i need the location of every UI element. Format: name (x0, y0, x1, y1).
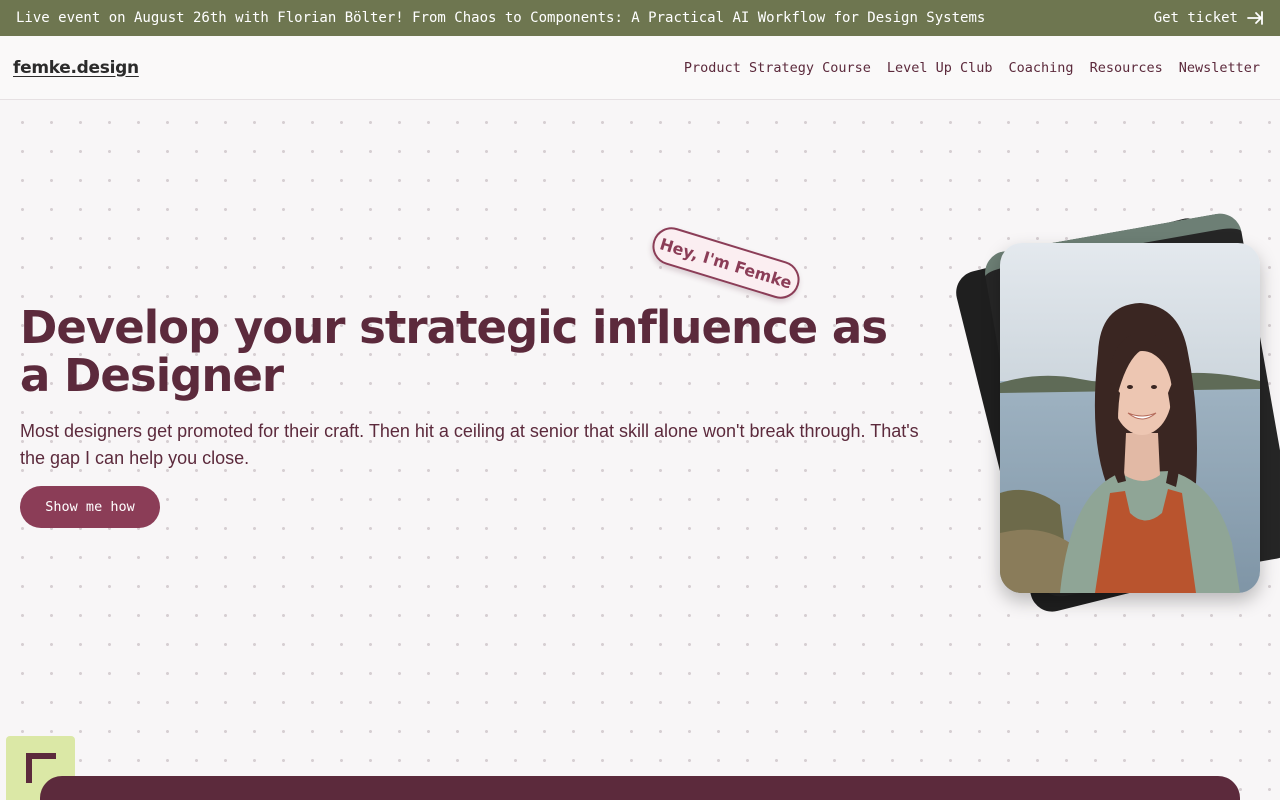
portrait-photo (1000, 243, 1260, 593)
site-logo[interactable]: femke.design (13, 58, 139, 78)
portrait-card-stack (951, 210, 1280, 617)
next-section-band (40, 776, 1240, 800)
show-me-how-button[interactable]: Show me how (20, 486, 160, 528)
site-header: femke.design Product Strategy Course Lev… (0, 36, 1280, 100)
arrow-right-icon (1247, 11, 1263, 25)
nav-item-level-up-club[interactable]: Level Up Club (887, 60, 993, 76)
hero-title: Develop your strategic influence as a De… (20, 301, 888, 402)
announcement-text: Live event on August 26th with Florian B… (16, 10, 986, 26)
hero-subtitle: Most designers get promoted for their cr… (20, 421, 919, 468)
nav-item-product-strategy-course[interactable]: Product Strategy Course (684, 60, 871, 76)
get-ticket-link[interactable]: Get ticket (1154, 10, 1264, 26)
nav-item-coaching[interactable]: Coaching (1009, 60, 1074, 76)
nav-item-resources[interactable]: Resources (1090, 60, 1163, 76)
portrait-illustration (1000, 243, 1260, 593)
announcement-bar: Live event on August 26th with Florian B… (0, 0, 1280, 36)
get-ticket-label: Get ticket (1153, 10, 1238, 26)
main-nav: Product Strategy Course Level Up Club Co… (684, 60, 1260, 76)
nav-item-newsletter[interactable]: Newsletter (1179, 60, 1260, 76)
